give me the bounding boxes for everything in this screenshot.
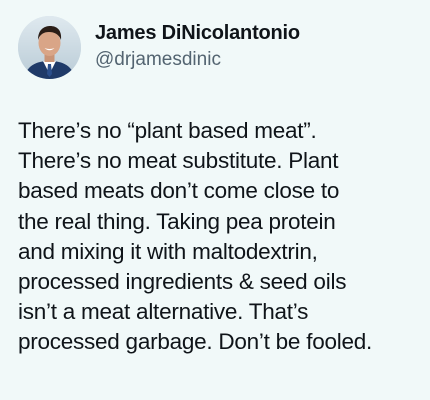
- tweet-card: James DiNicolantonio @drjamesdinic There…: [0, 0, 430, 400]
- profile-photo-icon: [18, 16, 81, 79]
- tweet-text-line: processed garbage. Don’t be fooled.: [18, 329, 372, 355]
- author-handle[interactable]: @drjamesdinic: [95, 48, 300, 72]
- author-identity: James DiNicolantonio @drjamesdinic: [95, 21, 300, 72]
- tweet-text-line: and mixing it with maltodextrin,: [18, 238, 318, 264]
- author-display-name[interactable]: James DiNicolantonio: [95, 21, 300, 45]
- tweet-text-line: the real thing. Taking pea protein: [18, 208, 336, 234]
- tweet-text-line: processed ingredients & seed oils: [18, 269, 347, 295]
- tweet-text-line: based meats don’t come close to: [18, 178, 340, 204]
- avatar[interactable]: [18, 16, 81, 79]
- tweet-text-line: isn’t a meat alternative. That’s: [18, 299, 309, 325]
- tweet-text-line: There’s no “plant based meat”.: [18, 118, 317, 143]
- tweet-header: James DiNicolantonio @drjamesdinic: [18, 16, 300, 79]
- tweet-text: There’s no “plant based meat”. There’s n…: [18, 116, 423, 358]
- tweet-text-line: There’s no meat substitute. Plant: [18, 148, 339, 174]
